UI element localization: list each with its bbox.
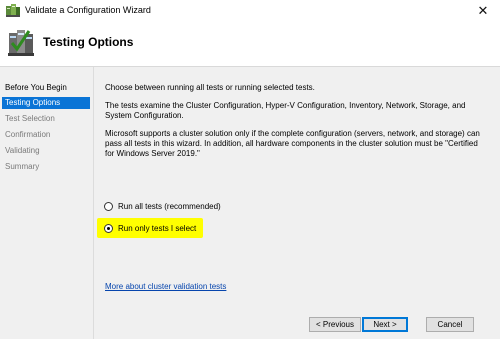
tests-description: The tests examine the Cluster Configurat… — [105, 101, 466, 120]
close-icon: ✕ — [477, 3, 489, 18]
intro-text: Choose between running all tests or runn… — [105, 83, 315, 92]
title-bar: Validate a Configuration Wizard ✕ — [0, 0, 500, 21]
sidebar-item-summary: Summary — [5, 162, 40, 171]
cluster-validation-help-link[interactable]: More about cluster validation tests — [105, 282, 226, 291]
radio-checked[interactable] — [104, 224, 113, 233]
run-all-tests-option[interactable]: Run all tests (recommended) — [104, 200, 221, 213]
previous-button[interactable]: < Previous — [309, 317, 361, 332]
run-selected-tests-label: Run only tests I select — [118, 224, 197, 233]
radio-unchecked[interactable] — [104, 202, 113, 211]
window-bottom-edge — [0, 339, 500, 346]
cluster-wizard-icon — [6, 4, 20, 17]
window-title: Validate a Configuration Wizard — [25, 5, 151, 15]
sidebar-item-confirmation: Confirmation — [5, 130, 51, 139]
cancel-button[interactable]: Cancel — [426, 317, 474, 332]
testing-options-icon — [8, 30, 34, 56]
run-selected-tests-option[interactable]: Run only tests I select — [104, 222, 196, 235]
next-button[interactable]: Next > — [362, 317, 408, 332]
wizard-steps-sidebar: Before You Begin Testing Options Test Se… — [0, 67, 94, 339]
wizard-content: Choose between running all tests or runn… — [94, 67, 500, 339]
sidebar-item-testing-options[interactable]: Testing Options — [2, 97, 90, 109]
support-statement: Microsoft supports a cluster solution on… — [105, 129, 480, 158]
sidebar-item-validating: Validating — [5, 146, 40, 155]
sidebar-item-before-you-begin[interactable]: Before You Begin — [2, 82, 90, 94]
run-all-tests-label: Run all tests (recommended) — [118, 202, 221, 211]
close-button[interactable]: ✕ — [466, 0, 500, 21]
page-title: Testing Options — [43, 35, 134, 49]
sidebar-item-test-selection: Test Selection — [5, 114, 55, 123]
wizard-header: Testing Options — [0, 21, 500, 67]
